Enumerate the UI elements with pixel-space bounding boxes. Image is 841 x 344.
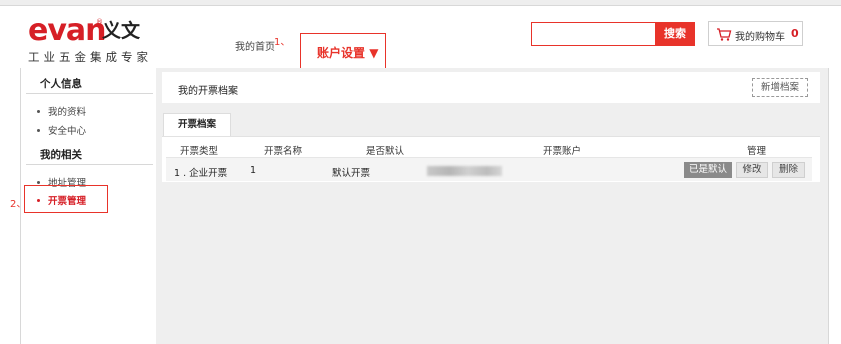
account-settings-dropdown[interactable]: 账户设置 ▼ [300,33,386,70]
column-header-manage: 管理 [747,146,767,157]
panel-header: 我的开票档案 新增档案 [162,72,820,103]
sidebar-section-my-related: 我的相关 [40,149,82,161]
sidebar-divider [26,93,153,94]
cart-label: 我的购物车 [735,32,785,43]
edit-button[interactable]: 修改 [736,162,768,178]
my-home-link[interactable]: 我的首页 [235,38,275,53]
account-settings-label: 账户设置 ▼ [317,46,379,60]
annotation-highlight-box [24,185,108,213]
invoice-table: 开票类型 开票名称 是否默认 开票账户 管理 1 . 企业开票 1 默认开票 已… [162,136,820,182]
logo-word: evan [28,13,107,48]
tab-invoice-profiles[interactable]: 开票档案 [163,113,231,137]
annotation-step-2: 2、 [10,199,27,210]
sidebar: 个人信息 我的资料 安全中心 我的相关 地址管理 开票管理 [21,68,156,344]
cell-type: 1 . 企业开票 [174,168,228,179]
right-divider [828,68,829,344]
page-title: 我的开票档案 [178,86,238,97]
bullet-icon [37,181,40,184]
cart-count-badge: 0 [791,27,799,40]
search-button[interactable]: 搜索 [655,22,695,46]
chevron-down-icon: ▼ [369,46,379,60]
table-row: 1 . 企业开票 1 默认开票 已是默认 修改 删除 [166,157,812,181]
sidebar-section-personal-info: 个人信息 [40,78,82,90]
bullet-icon [37,110,40,113]
cart-button[interactable]: 我的购物车 0 [708,21,803,46]
sidebar-item-my-profile[interactable]: 我的资料 [37,104,86,118]
cart-icon [717,28,732,41]
column-header-name: 开票名称 [264,146,303,157]
set-default-button[interactable]: 已是默认 [684,162,732,178]
bullet-icon [37,129,40,132]
logo-chinese-name: 义文 [102,20,141,42]
sidebar-divider [26,164,153,165]
cell-account-redacted [427,166,502,176]
content-area [156,68,828,344]
column-header-default: 是否默认 [366,146,405,157]
delete-button[interactable]: 删除 [772,162,805,178]
annotation-step-1: 1、 [274,37,291,48]
column-header-account: 开票账户 [543,146,582,157]
column-header-type: 开票类型 [180,146,219,157]
cell-name: 1 [250,165,257,176]
logo-slogan: 工业五金集成专家 [28,50,152,64]
add-invoice-profile-button[interactable]: 新增档案 [752,78,808,97]
sidebar-item-security-center[interactable]: 安全中心 [37,123,86,137]
cell-default: 默认开票 [332,168,371,179]
site-logo[interactable]: evan ® 义文 工业五金集成专家 [28,13,168,65]
search-input[interactable] [531,22,655,46]
